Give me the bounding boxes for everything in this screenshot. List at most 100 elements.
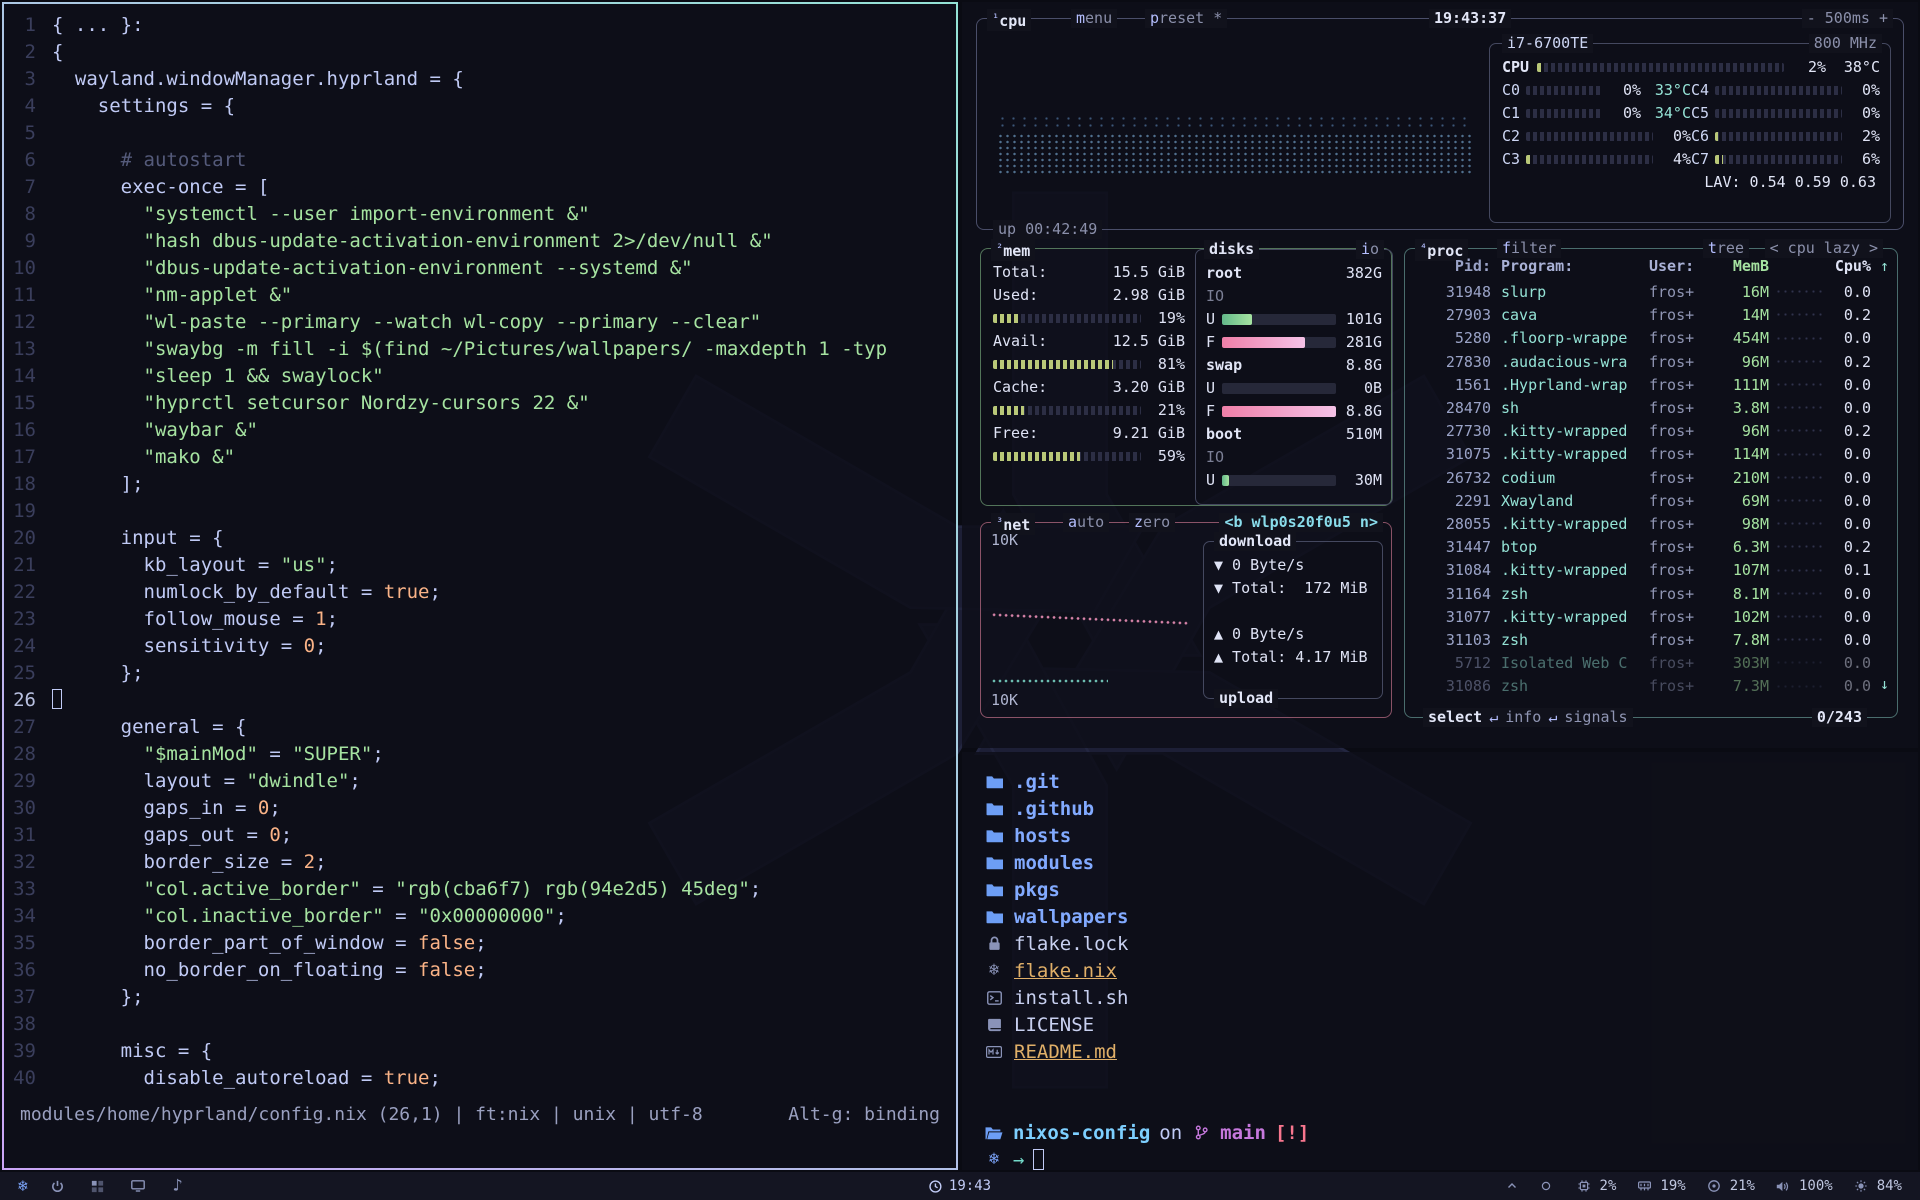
net-interface-label[interactable]: <b wlp0s20f0u5 n> — [1219, 513, 1383, 532]
workspaces-module[interactable] — [88, 1178, 108, 1195]
code-line[interactable]: 40 disable_autoreload = true; — [4, 1065, 956, 1092]
process-row[interactable]: 5712Isolated Web Cfros+303M0.0 — [1415, 652, 1871, 675]
code-line[interactable]: 23 follow_mouse = 1; — [4, 606, 956, 633]
code-line[interactable]: 15 "hyprctl setcursor Nordzy-cursors 22 … — [4, 390, 956, 417]
code-line[interactable]: 26 — [4, 687, 956, 714]
proc-filter-button[interactable]: filter — [1497, 239, 1561, 258]
scroll-down-icon[interactable]: ↓ — [1880, 675, 1889, 693]
code-line[interactable]: 25 }; — [4, 660, 956, 687]
code-line[interactable]: 17 "mako &" — [4, 444, 956, 471]
process-row[interactable]: 31447btopfros+6.3M0.2 — [1415, 536, 1871, 559]
code-line[interactable]: 24 sensitivity = 0; — [4, 633, 956, 660]
proc-col-pid[interactable]: Pid: — [1415, 257, 1491, 275]
terminal-window[interactable]: .git.githubhostsmodulespkgswallpapersfla… — [962, 752, 1918, 1170]
code-line[interactable]: 2{ — [4, 39, 956, 66]
shell-input-line[interactable]: ❄ → — [984, 1146, 1896, 1170]
code-line[interactable]: 34 "col.inactive_border" = "0x00000000"; — [4, 903, 956, 930]
mem-box-title[interactable]: ²mem — [991, 239, 1035, 261]
proc-info-button[interactable]: info — [1505, 708, 1541, 727]
proc-tree-toggle[interactable]: tree — [1703, 239, 1749, 258]
code-line[interactable]: 30 gaps_in = 0; — [4, 795, 956, 822]
code-line[interactable]: 38 — [4, 1011, 956, 1038]
code-line[interactable]: 8 "systemctl --user import-environment &… — [4, 201, 956, 228]
scroll-up-icon[interactable]: ↑ — [1880, 257, 1889, 275]
proc-col-memb[interactable]: MemB — [1713, 257, 1769, 275]
proc-col-program[interactable]: Program: — [1491, 257, 1649, 275]
memory-metric[interactable]: 19% — [1634, 1178, 1685, 1194]
code-line[interactable]: 7 exec-once = [ — [4, 174, 956, 201]
code-line[interactable]: 20 input = { — [4, 525, 956, 552]
volume-metric[interactable]: 100% — [1773, 1178, 1833, 1194]
code-line[interactable]: 28 "$mainMod" = "SUPER"; — [4, 741, 956, 768]
code-line[interactable]: 19 — [4, 498, 956, 525]
code-line[interactable]: 14 "sleep 1 && swaylock" — [4, 363, 956, 390]
code-line[interactable]: 18 ]; — [4, 471, 956, 498]
code-line[interactable]: 32 border_size = 2; — [4, 849, 956, 876]
process-row[interactable]: 26732codiumfros+210M0.0 — [1415, 467, 1871, 490]
disk-metric[interactable]: 21% — [1704, 1178, 1755, 1194]
code-line[interactable]: 31 gaps_out = 0; — [4, 822, 956, 849]
clock-module[interactable]: 19:43 — [929, 1178, 991, 1194]
process-row[interactable]: 28470shfros+3.8M0.0 — [1415, 397, 1871, 420]
process-row[interactable]: 5280.floorp-wrappefros+454M0.0 — [1415, 327, 1871, 350]
process-row[interactable]: 2291Xwaylandfros+69M0.0 — [1415, 490, 1871, 513]
power-module[interactable] — [48, 1178, 68, 1195]
code-line[interactable]: 9 "hash dbus-update-activation-environme… — [4, 228, 956, 255]
process-row[interactable]: 31103zshfros+7.8M0.0 — [1415, 629, 1871, 652]
process-row[interactable]: 31086zshfros+7.3M0.0 — [1415, 675, 1871, 698]
process-row[interactable]: 1561.Hyprland-wrapfros+111M0.0 — [1415, 374, 1871, 397]
process-row[interactable]: 31948slurpfros+16M0.0 — [1415, 281, 1871, 304]
code-line[interactable]: 29 layout = "dwindle"; — [4, 768, 956, 795]
code-line[interactable]: 5 — [4, 120, 956, 147]
process-row[interactable]: 31077.kitty-wrappedfros+102M0.0 — [1415, 606, 1871, 629]
disks-io-toggle[interactable]: io — [1356, 240, 1384, 259]
code-line[interactable]: 33 "col.active_border" = "rgb(cba6f7) rg… — [4, 876, 956, 903]
preset-button[interactable]: preset * — [1145, 9, 1227, 28]
btop-window[interactable]: ¹cpu menu preset * 19:43:37 - 500ms + up… — [962, 2, 1918, 748]
editor-code[interactable]: 1{ ... }:2{3 wayland.windowManager.hyprl… — [4, 12, 956, 1094]
code-line[interactable]: 36 no_border_on_floating = false; — [4, 957, 956, 984]
code-line[interactable]: 16 "waybar &" — [4, 417, 956, 444]
code-line[interactable]: 37 }; — [4, 984, 956, 1011]
code-line[interactable]: 21 kb_layout = "us"; — [4, 552, 956, 579]
code-line[interactable]: 10 "dbus-update-activation-environment -… — [4, 255, 956, 282]
code-line[interactable]: 4 settings = { — [4, 93, 956, 120]
editor-window[interactable]: 1{ ... }:2{3 wayland.windowManager.hyprl… — [2, 2, 958, 1170]
code-line[interactable]: 13 "swaybg -m fill -i $(find ~/Pictures/… — [4, 336, 956, 363]
menu-button[interactable]: menu — [1071, 9, 1117, 28]
code-line[interactable]: 39 misc = { — [4, 1038, 956, 1065]
code-line[interactable]: 22 numlock_by_default = true; — [4, 579, 956, 606]
process-row[interactable]: 27730.kitty-wrappedfros+96M0.2 — [1415, 420, 1871, 443]
process-row[interactable]: 31164zshfros+8.1M0.0 — [1415, 583, 1871, 606]
process-row[interactable]: 31084.kitty-wrappedfros+107M0.1 — [1415, 559, 1871, 582]
music-module[interactable]: ♪ — [168, 1178, 188, 1195]
code-line[interactable]: 11 "nm-applet &" — [4, 282, 956, 309]
net-zero-toggle[interactable]: zero — [1129, 513, 1175, 532]
proc-col-cpu[interactable]: Cpu% — [1831, 257, 1871, 275]
proc-select-button[interactable]: select — [1428, 708, 1482, 727]
display-module[interactable] — [128, 1178, 148, 1195]
process-row[interactable]: 27903cavafros+14M0.2 — [1415, 304, 1871, 327]
process-row[interactable]: 28055.kitty-wrappedfros+98M0.0 — [1415, 513, 1871, 536]
disks-title[interactable]: disks — [1204, 240, 1259, 259]
cpu-box-title[interactable]: ¹cpu — [987, 9, 1031, 31]
proc-signals-button[interactable]: signals — [1564, 708, 1627, 727]
proc-sort-control[interactable]: < cpu lazy > — [1765, 239, 1883, 258]
code-text: no_border_on_floating = false; — [52, 957, 487, 984]
cpu-metric[interactable]: 2% — [1574, 1178, 1617, 1194]
code-line[interactable]: 3 wayland.windowManager.hyprland = { — [4, 66, 956, 93]
code-line[interactable]: 6 # autostart — [4, 147, 956, 174]
process-row[interactable]: 31075.kitty-wrappedfros+114M0.0 — [1415, 443, 1871, 466]
tray-app-module[interactable] — [1536, 1181, 1556, 1191]
code-line[interactable]: 12 "wl-paste --primary --watch wl-copy -… — [4, 309, 956, 336]
tray-expand-module[interactable] — [1502, 1181, 1522, 1191]
code-line[interactable]: 1{ ... }: — [4, 12, 956, 39]
update-interval-control[interactable]: - 500ms + — [1802, 9, 1893, 28]
net-auto-toggle[interactable]: auto — [1063, 513, 1109, 532]
brightness-metric[interactable]: 84% — [1851, 1178, 1902, 1194]
launcher-button[interactable]: ❄ — [18, 1176, 28, 1196]
process-row[interactable]: 27830.audacious-wrafros+96M0.2 — [1415, 351, 1871, 374]
code-line[interactable]: 35 border_part_of_window = false; — [4, 930, 956, 957]
code-line[interactable]: 27 general = { — [4, 714, 956, 741]
proc-col-user[interactable]: User: — [1649, 257, 1713, 275]
